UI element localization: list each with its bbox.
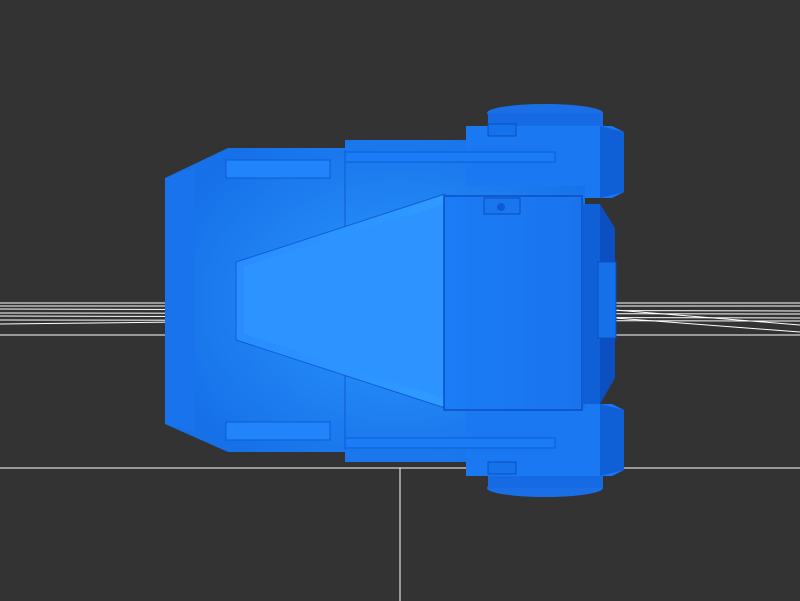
blue-3d-model[interactable]	[165, 104, 624, 497]
grid-line	[0, 321, 181, 325]
grid-line	[614, 317, 800, 333]
scene-canvas[interactable]	[0, 0, 800, 601]
3d-viewport[interactable]	[0, 0, 800, 601]
top-rail	[344, 151, 556, 163]
bottom-rail	[344, 437, 556, 449]
bottom-strip	[225, 421, 331, 441]
model-left-bevel	[165, 168, 195, 432]
top-strip	[225, 159, 331, 179]
bottom-wheel	[466, 404, 624, 497]
top-wheel	[466, 104, 624, 198]
cap-block	[443, 195, 617, 411]
